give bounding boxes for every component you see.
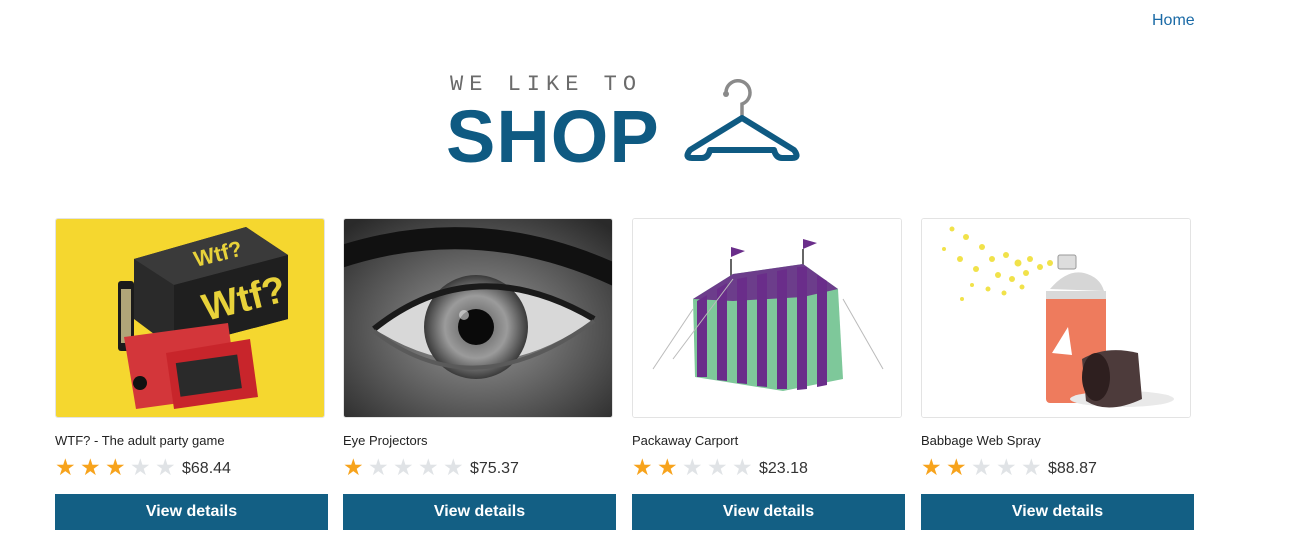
product-rating: ★ ★ ★ ★ ★ $68.44 xyxy=(55,455,328,479)
logo-title: SHOP xyxy=(446,95,660,178)
home-link[interactable]: Home xyxy=(1152,12,1195,30)
product-card: Babbage Web Spray ★ ★ ★ ★ ★ $88.87 View … xyxy=(921,218,1194,530)
product-name: Eye Projectors xyxy=(343,433,428,448)
star-icon: ★ xyxy=(707,453,728,480)
product-card: Wtf? Wtf? WTF? - The adult party game ★ … xyxy=(55,218,328,530)
star-icon: ★ xyxy=(996,453,1017,480)
star-icon: ★ xyxy=(443,453,464,480)
star-icon: ★ xyxy=(732,453,753,480)
view-details-button[interactable]: View details xyxy=(632,494,905,530)
star-icon: ★ xyxy=(657,453,678,480)
star-icon: ★ xyxy=(368,453,389,480)
site-logo: WE LIKE TO SHOP xyxy=(446,70,806,178)
view-details-button[interactable]: View details xyxy=(343,494,616,530)
product-price: $75.37 xyxy=(470,460,519,477)
product-image-eye[interactable] xyxy=(343,218,613,418)
hanger-icon xyxy=(684,78,800,161)
product-name: Babbage Web Spray xyxy=(921,433,1041,448)
star-icon: ★ xyxy=(921,453,942,480)
star-icon: ★ xyxy=(343,453,364,480)
star-icon: ★ xyxy=(130,453,151,480)
product-rating: ★ ★ ★ ★ ★ $23.18 xyxy=(632,455,905,479)
star-icon: ★ xyxy=(80,453,101,480)
star-icon: ★ xyxy=(632,453,653,480)
view-details-button[interactable]: View details xyxy=(921,494,1194,530)
star-icon: ★ xyxy=(155,453,176,480)
star-icon: ★ xyxy=(55,453,76,480)
product-rating: ★ ★ ★ ★ ★ $75.37 xyxy=(343,455,616,479)
product-price: $23.18 xyxy=(759,460,808,477)
star-icon: ★ xyxy=(1021,453,1042,480)
star-icon: ★ xyxy=(393,453,414,480)
view-details-button[interactable]: View details xyxy=(55,494,328,530)
star-icon: ★ xyxy=(946,453,967,480)
product-card: Packaway Carport ★ ★ ★ ★ ★ $23.18 View d… xyxy=(632,218,905,530)
star-icon: ★ xyxy=(971,453,992,480)
product-rating: ★ ★ ★ ★ ★ $88.87 xyxy=(921,455,1194,479)
product-name: WTF? - The adult party game xyxy=(55,433,225,448)
product-image-spray-can[interactable] xyxy=(921,218,1191,418)
star-icon: ★ xyxy=(682,453,703,480)
product-card: Eye Projectors ★ ★ ★ ★ ★ $75.37 View det… xyxy=(343,218,616,530)
star-icon: ★ xyxy=(105,453,126,480)
product-name: Packaway Carport xyxy=(632,433,739,448)
product-price: $68.44 xyxy=(182,460,231,477)
product-price: $88.87 xyxy=(1048,460,1097,477)
product-image-tent[interactable] xyxy=(632,218,902,418)
star-icon: ★ xyxy=(418,453,439,480)
product-image-party-game[interactable]: Wtf? Wtf? xyxy=(55,218,325,418)
